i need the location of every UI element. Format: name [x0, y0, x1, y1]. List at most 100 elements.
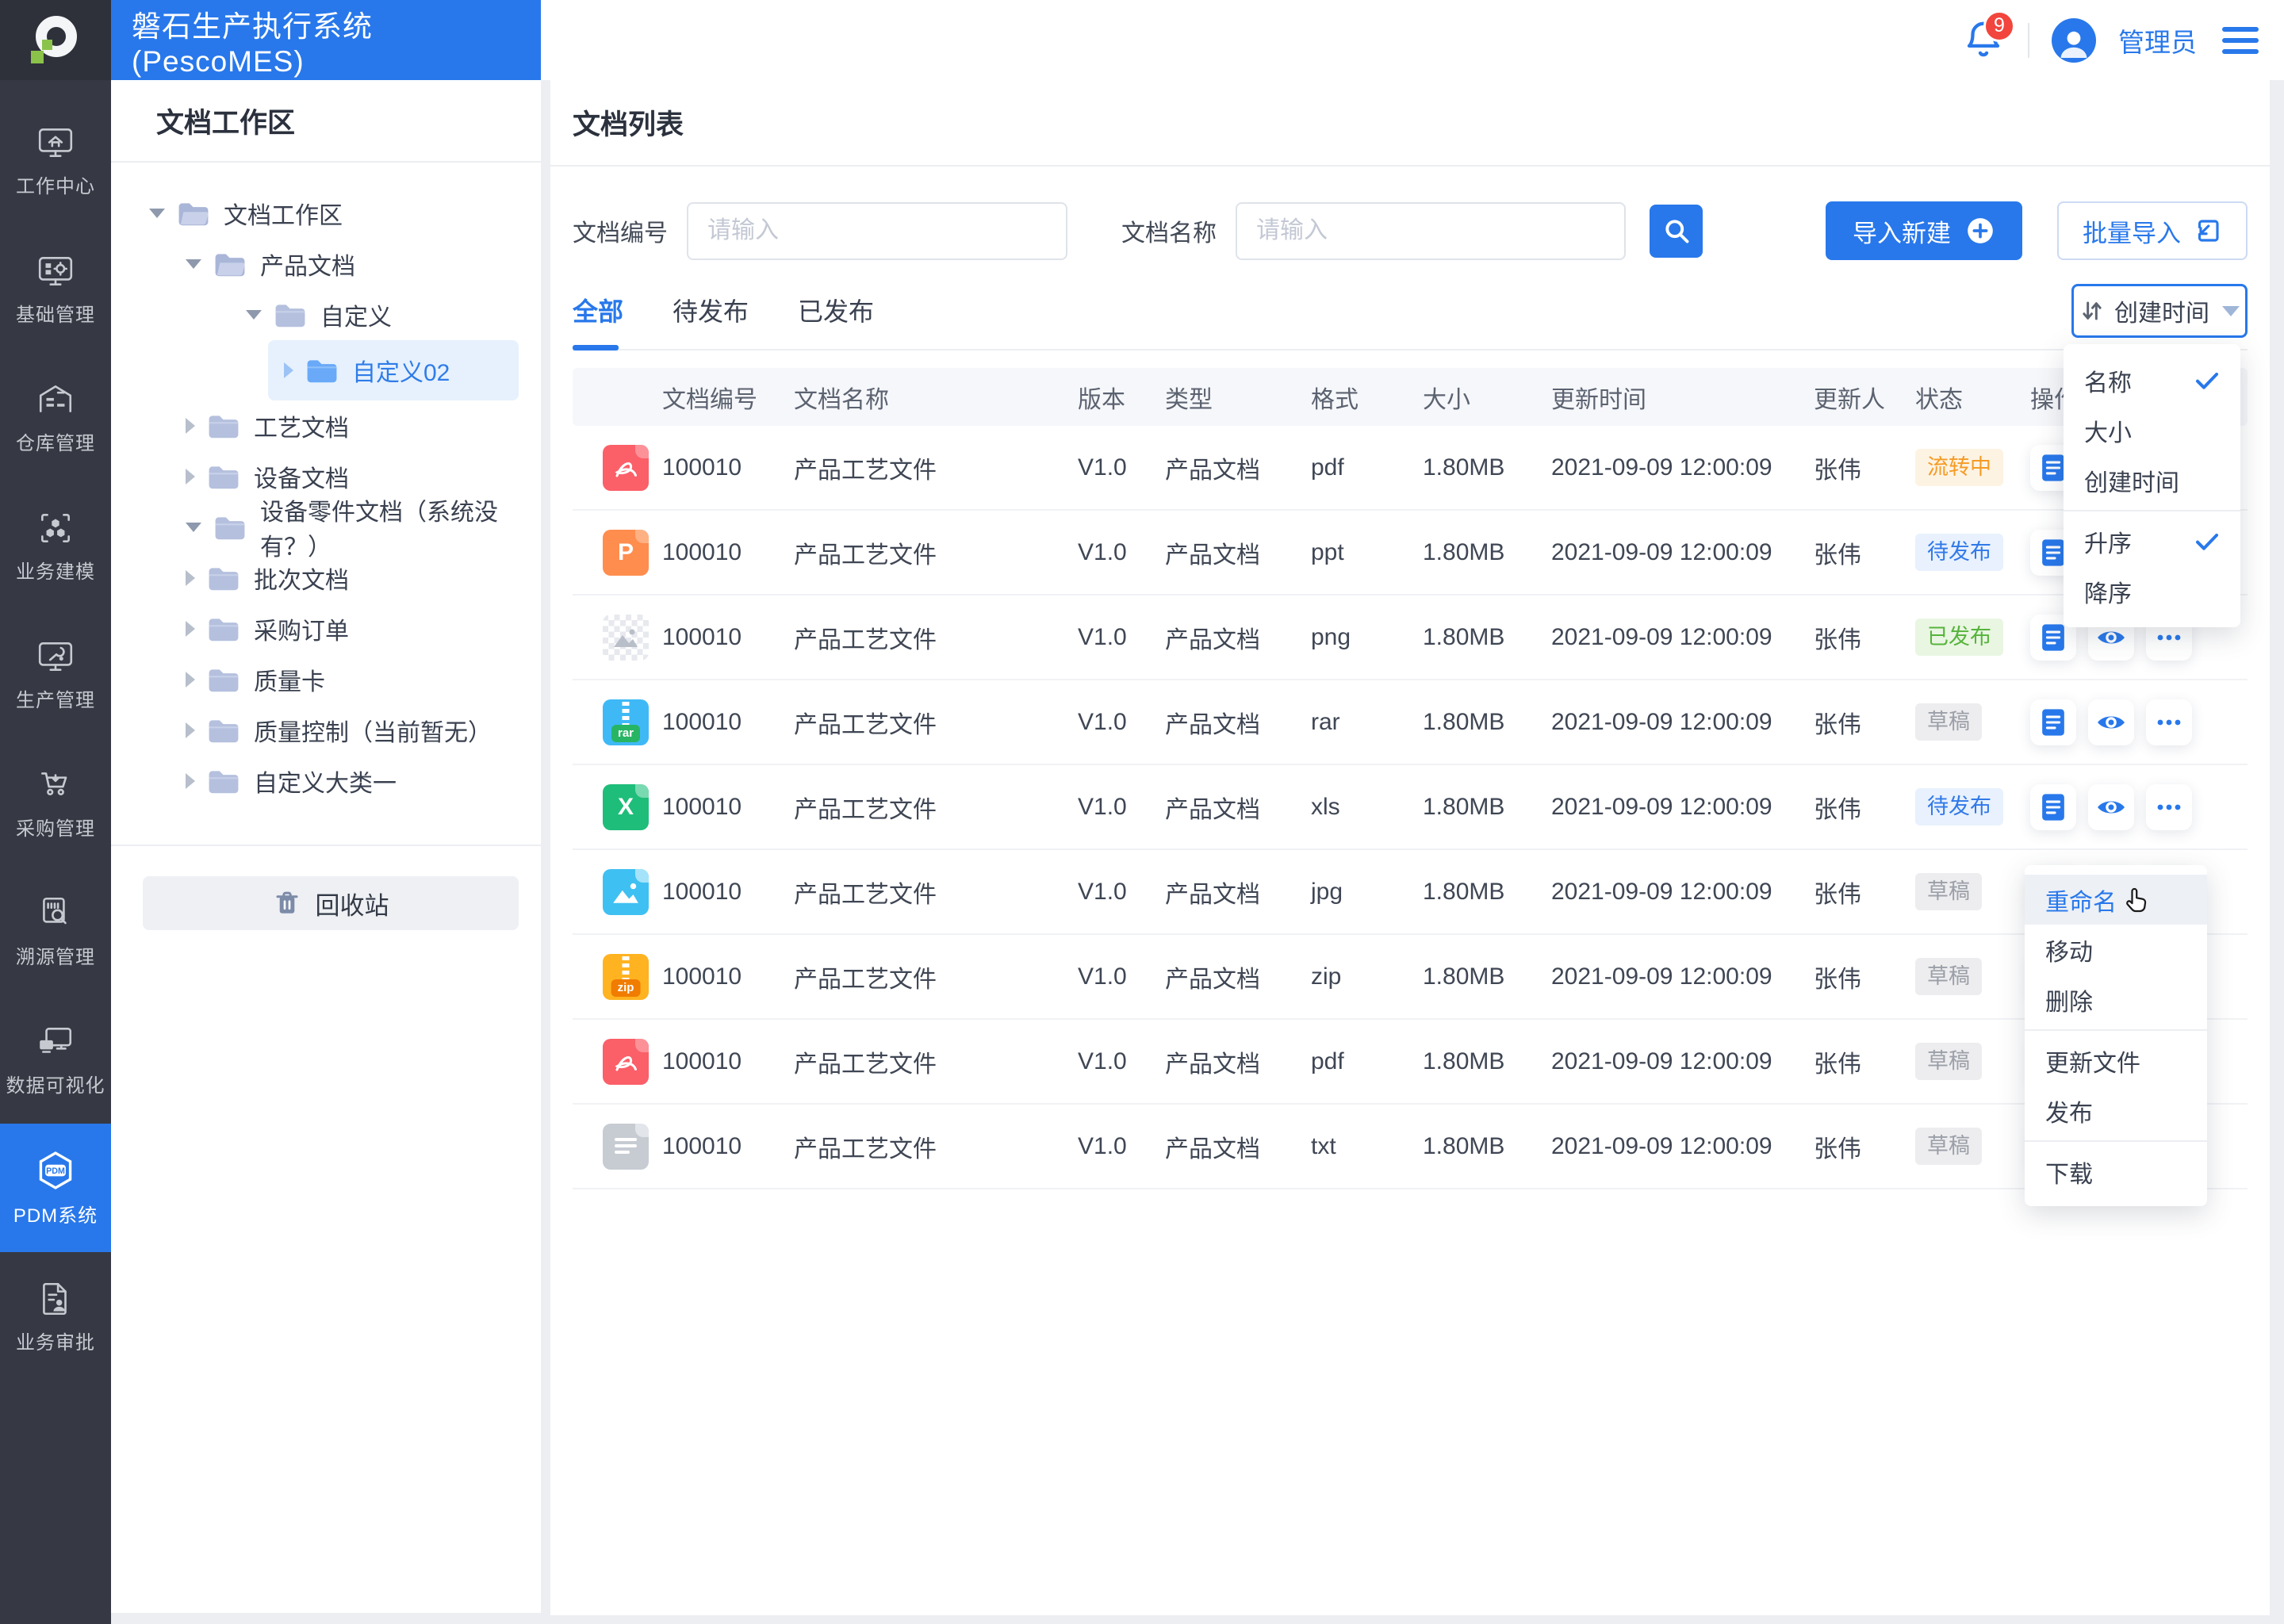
doc-no-input[interactable]	[687, 201, 1067, 260]
document-table: 文档编号 文档名称 版本 类型 格式 大小 更新时间 更新人 状态 操作 100010 产品工艺文…	[573, 368, 2248, 1189]
user-icon	[2055, 25, 2093, 63]
search-button[interactable]	[1650, 204, 1703, 258]
cell-doc-no: 100010	[662, 538, 742, 565]
cell-doc-name: 产品工艺文件	[794, 457, 937, 484]
sort-button[interactable]: 创建时间	[2071, 284, 2248, 338]
caret-down-icon[interactable]	[149, 209, 165, 218]
caret-right-icon[interactable]	[284, 362, 293, 378]
caret-right-icon[interactable]	[186, 672, 195, 688]
context-menu-item[interactable]: 删除	[2025, 975, 2207, 1025]
row-more-button[interactable]	[2146, 783, 2192, 830]
sidebar-item-trace[interactable]: 溯源管理	[0, 867, 111, 995]
cell-doc-name: 产品工艺文件	[794, 1051, 937, 1078]
sidebar-item-label: 仓库管理	[16, 432, 95, 454]
cell-type: 产品文档	[1165, 966, 1260, 993]
doc-name-input[interactable]	[1236, 201, 1626, 260]
sort-order-option[interactable]: 降序	[2064, 566, 2240, 616]
cell-doc-no: 100010	[662, 793, 742, 820]
batch-import-button[interactable]: 批量导入	[2057, 201, 2248, 260]
row-preview-button[interactable]	[2088, 783, 2134, 830]
context-menu-item[interactable]: 移动	[2025, 925, 2207, 975]
caret-right-icon[interactable]	[186, 722, 195, 738]
caret-down-icon[interactable]	[186, 523, 201, 532]
sort-order-option[interactable]: 升序	[2064, 516, 2240, 566]
cell-doc-no: 100010	[662, 454, 742, 481]
tree-item-label: 质量卡	[254, 669, 325, 695]
import-new-button[interactable]: 导入新建	[1826, 201, 2022, 260]
tree-item[interactable]: 设备零件文档（系统没有？）	[186, 500, 519, 561]
context-menu-item[interactable]: 重命名	[2025, 875, 2207, 925]
workspace-divider	[111, 845, 541, 846]
sort-field-option[interactable]: 创建时间	[2064, 455, 2240, 505]
caret-right-icon[interactable]	[186, 570, 195, 586]
sidebar-item-label: PDM系统	[13, 1205, 98, 1227]
context-menu-item[interactable]: 发布	[2025, 1086, 2207, 1136]
check-icon	[2194, 531, 2220, 552]
row-document-button[interactable]	[2030, 699, 2076, 745]
caret-down-icon[interactable]	[246, 310, 262, 320]
tree-item[interactable]: 自定义	[246, 289, 519, 340]
tree-item[interactable]: 产品文档	[186, 239, 519, 289]
row-document-button[interactable]	[2030, 783, 2076, 830]
tree-item[interactable]: 质量卡	[186, 654, 519, 705]
base-mgmt-icon	[36, 251, 75, 291]
user-name[interactable]: 管理员	[2118, 21, 2197, 59]
sidebar-item-work-center[interactable]: 工作中心	[0, 96, 111, 224]
tree-item[interactable]: 自定义02	[268, 340, 519, 400]
sidebar-item-label: 生产管理	[16, 689, 95, 711]
row-more-button[interactable]	[2146, 699, 2192, 745]
recycle-bin-button[interactable]: 回收站	[143, 876, 519, 930]
import-new-label: 导入新建	[1853, 219, 1951, 247]
notification-bell-button[interactable]: 9	[1961, 10, 2015, 64]
batch-import-icon	[2194, 216, 2222, 245]
cell-updated-at: 2021-09-09 12:00:09	[1551, 708, 1772, 735]
document-icon	[2041, 793, 2066, 822]
tree-item-label: 自定义02	[352, 360, 450, 386]
status-badge: 待发布	[1915, 533, 2003, 572]
sort-field-option[interactable]: 大小	[2064, 405, 2240, 455]
sort-field-option[interactable]: 名称	[2064, 355, 2240, 405]
tab-已发布[interactable]: 已发布	[798, 292, 874, 349]
sidebar-item-data-viz[interactable]: 数据可视化	[0, 995, 111, 1124]
sidebar-item-biz-modeling[interactable]: 业务建模	[0, 481, 111, 610]
status-badge: 草稿	[1915, 1127, 1982, 1166]
caret-right-icon[interactable]	[186, 773, 195, 789]
sidebar-item-pdm[interactable]: PDM PDM系统	[0, 1124, 111, 1252]
data-viz-icon	[36, 1022, 75, 1062]
tree-item[interactable]: 采购订单	[186, 603, 519, 654]
caret-right-icon[interactable]	[186, 418, 195, 434]
caret-right-icon[interactable]	[186, 621, 195, 637]
tree-item[interactable]: 文档工作区	[149, 188, 519, 239]
folder-icon	[274, 302, 306, 328]
caret-right-icon[interactable]	[186, 469, 195, 485]
sidebar-item-procurement[interactable]: 采购管理	[0, 738, 111, 867]
sidebar-item-base-mgmt[interactable]: 基础管理	[0, 224, 111, 353]
table-row: 100010 产品工艺文件 V1.0 产品文档 jpg 1.80MB 2021-…	[573, 850, 2248, 935]
tab-待发布[interactable]: 待发布	[673, 292, 749, 349]
app-logo	[0, 0, 111, 80]
app-title: 磐石生产执行系统(PescoMES)	[111, 0, 541, 80]
status-badge: 草稿	[1915, 957, 1982, 996]
sort-option-label: 创建时间	[2084, 469, 2179, 496]
sort-option-label: 降序	[2084, 580, 2132, 607]
context-menu-item[interactable]: 下载	[2025, 1147, 2207, 1197]
sidebar-item-production[interactable]: 生产管理	[0, 610, 111, 738]
column-header: 类型	[1165, 386, 1213, 413]
caret-down-icon[interactable]	[186, 259, 201, 269]
cell-updated-by: 张伟	[1814, 626, 1861, 653]
row-preview-button[interactable]	[2088, 699, 2134, 745]
sidebar-item-warehouse[interactable]: 仓库管理	[0, 353, 111, 481]
menu-icon[interactable]	[2219, 24, 2262, 57]
context-menu-item[interactable]: 更新文件	[2025, 1036, 2207, 1086]
cell-updated-at: 2021-09-09 12:00:09	[1551, 1048, 1772, 1074]
cell-updated-by: 张伟	[1814, 966, 1861, 993]
user-avatar[interactable]	[2052, 17, 2096, 63]
tab-全部[interactable]: 全部	[573, 292, 623, 350]
sidebar-item-approval[interactable]: 业务审批	[0, 1252, 111, 1381]
tree-item[interactable]: 质量控制（当前暂无）	[186, 705, 519, 756]
sidebar-item-label: 工作中心	[16, 175, 95, 197]
tree-item[interactable]: 工艺文档	[186, 400, 519, 451]
tree-item[interactable]: 自定义大类一	[186, 756, 519, 806]
document-icon	[2041, 538, 2066, 567]
tree-item-label: 设备文档	[254, 466, 349, 492]
